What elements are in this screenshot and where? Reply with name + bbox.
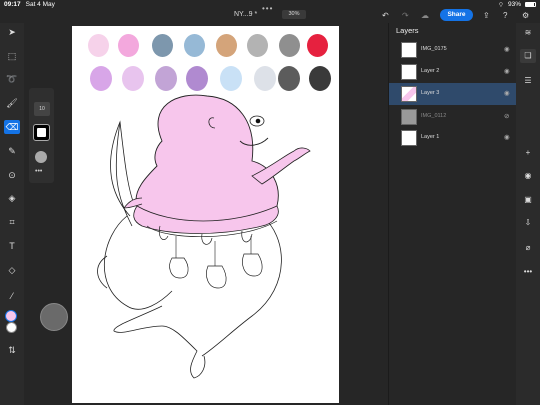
- layer-thumbnail: [401, 86, 417, 102]
- layer-row[interactable]: Layer 3 ◉: [389, 83, 517, 105]
- layers-stack-icon[interactable]: ≋: [520, 26, 536, 40]
- shape-tool-icon[interactable]: ◇: [4, 263, 20, 277]
- left-toolbar: ⇅ ➤ ⬚ ➰ 🖌 ⌫ ✎ ⊙ ◈ ⌗ T ◇ ⁄: [0, 23, 24, 405]
- layer-thumbnail: [401, 42, 417, 58]
- eraser-tool-icon[interactable]: ⌫: [4, 120, 20, 134]
- layer-properties-icon[interactable]: ❏: [520, 49, 536, 63]
- share-button[interactable]: Share: [440, 9, 473, 21]
- redo-icon[interactable]: ↷: [402, 11, 409, 20]
- battery-icon: [525, 2, 536, 7]
- smudge-tool-icon[interactable]: ✎: [4, 144, 20, 158]
- layer-name: IMG_0112: [421, 113, 447, 119]
- eye-icon[interactable]: ◉: [504, 67, 510, 75]
- layer-row[interactable]: IMG_0175 ◉: [389, 39, 517, 61]
- eye-hidden-icon[interactable]: ⊘: [504, 112, 509, 120]
- photoshop-app: 09:17 Sat 4 May ⌔ 93% ••• NY...9 * 30% ↶…: [0, 0, 540, 405]
- clone-tool-icon[interactable]: ⊙: [4, 168, 20, 182]
- layer-name: Layer 2: [421, 68, 440, 74]
- layer-name: Layer 1: [421, 134, 440, 140]
- zoom-level[interactable]: 30%: [282, 10, 306, 19]
- cloud-icon[interactable]: ☁: [421, 11, 429, 20]
- layer-row[interactable]: Layer 2 ◉: [389, 61, 517, 83]
- eye-icon[interactable]: ◉: [504, 45, 510, 53]
- layer-name: IMG_0175: [421, 46, 447, 52]
- status-right: ⌔ 93%: [498, 0, 536, 9]
- layer-name: Layer 3: [421, 90, 440, 96]
- top-toolbar: ••• NY...9 * 30% ↶ ↷ ☁ Share ⇪ ? ⚙: [0, 4, 540, 23]
- visibility-icon[interactable]: ◉: [520, 169, 536, 183]
- creature-drawing: [97, 94, 311, 379]
- eye-icon[interactable]: ◉: [504, 89, 510, 97]
- brush-more-icon[interactable]: •••: [35, 168, 42, 175]
- merge-icon[interactable]: ⇩: [520, 216, 536, 230]
- undo-icon[interactable]: ↶: [382, 11, 389, 20]
- multitask-handle-icon[interactable]: •••: [262, 4, 273, 13]
- touch-shortcut-button[interactable]: [40, 303, 68, 331]
- add-layer-icon[interactable]: +: [520, 146, 536, 160]
- clear-icon[interactable]: ⌀: [520, 241, 536, 255]
- brush-preview[interactable]: [33, 124, 50, 141]
- brush-settings-panel: 10 •••: [29, 88, 54, 183]
- layers-panel-title: Layers: [396, 26, 419, 35]
- layer-thumbnail: [401, 130, 417, 146]
- crop-tool-icon[interactable]: ⌗: [4, 215, 20, 229]
- brush-size-value[interactable]: 10: [34, 102, 50, 116]
- layer-row[interactable]: Layer 1 ◉: [389, 127, 517, 149]
- adjustments-icon[interactable]: ☰: [520, 74, 536, 88]
- background-color-swatch[interactable]: [6, 322, 17, 333]
- select-tool-icon[interactable]: ➤: [4, 25, 20, 39]
- right-toolbar: ≋ ❏ ☰ + ◉ ▣ ⇩ ⌀ •••: [516, 23, 540, 405]
- mask-icon[interactable]: ▣: [520, 193, 536, 207]
- export-icon[interactable]: ⇪: [483, 11, 490, 20]
- swap-colors-icon[interactable]: ⇅: [4, 343, 20, 357]
- wifi-icon: ⌔: [497, 2, 504, 9]
- status-date: Sat 4 May: [25, 1, 55, 8]
- help-icon[interactable]: ?: [503, 11, 507, 20]
- brush-opacity-indicator[interactable]: [35, 151, 47, 163]
- layers-panel: Layers IMG_0175 ◉ Layer 2 ◉ Layer 3 ◉ IMG_0112…: [388, 23, 517, 405]
- settings-icon[interactable]: ⚙: [522, 11, 529, 20]
- transform-tool-icon[interactable]: ⬚: [4, 49, 20, 63]
- more-options-icon[interactable]: •••: [520, 265, 536, 279]
- layer-thumbnail: [401, 64, 417, 80]
- text-tool-icon[interactable]: T: [4, 239, 20, 253]
- status-time: 09:17: [4, 1, 21, 8]
- eye-icon[interactable]: ◉: [504, 133, 510, 141]
- battery-percent: 93%: [507, 1, 521, 8]
- fill-tool-icon[interactable]: ◈: [4, 191, 20, 205]
- lasso-tool-icon[interactable]: ➰: [4, 72, 20, 86]
- eyedropper-tool-icon[interactable]: ⁄: [4, 289, 20, 303]
- document-title[interactable]: NY...9 *: [234, 11, 257, 18]
- brush-tool-icon[interactable]: 🖌: [4, 96, 20, 110]
- document-canvas[interactable]: [72, 26, 339, 403]
- layer-row[interactable]: IMG_0112 ⊘: [389, 106, 517, 128]
- foreground-color-swatch[interactable]: [5, 310, 17, 322]
- layer-thumbnail: [401, 109, 417, 125]
